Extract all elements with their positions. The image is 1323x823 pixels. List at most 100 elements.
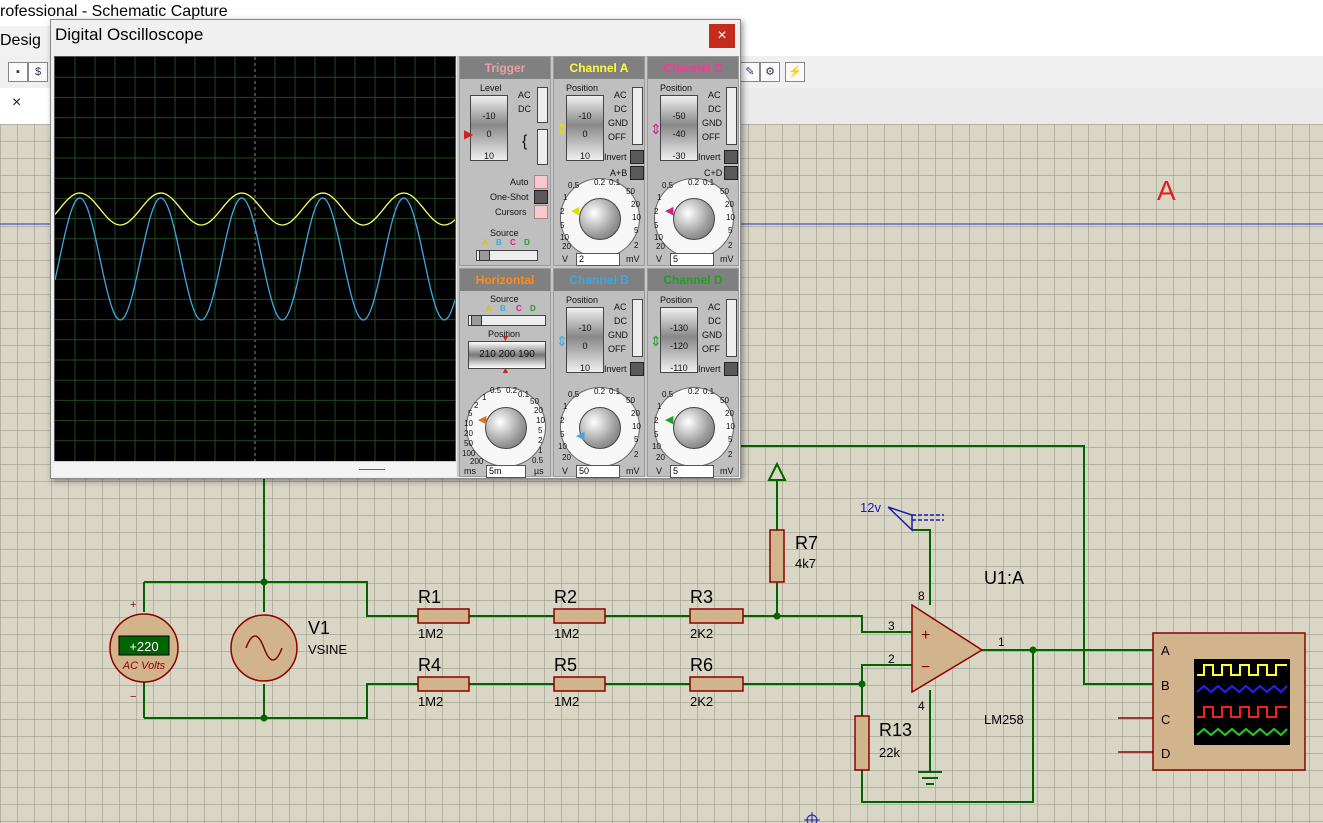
- horizontal-value[interactable]: 5m: [486, 465, 526, 478]
- horizontal-source-slider[interactable]: [468, 315, 546, 326]
- channel-a-sum-button[interactable]: [630, 166, 644, 180]
- oscilloscope-screen: [54, 56, 456, 462]
- dial-tick: 1: [563, 402, 568, 411]
- scope-input-d: D: [1161, 746, 1170, 761]
- auto-button[interactable]: [534, 175, 548, 189]
- dial-tick: 2: [560, 416, 565, 425]
- opamp-pin-8: 8: [918, 589, 925, 603]
- resistor-r6-value: 2K2: [690, 694, 713, 709]
- channel-d-position-scale[interactable]: -130 -120 -110: [660, 307, 698, 373]
- position-marker-icon: ▼: [501, 333, 510, 343]
- channel-b-position-arrow-icon: ⇕: [556, 333, 568, 349]
- channel-c-volts-knob[interactable]: [673, 198, 715, 240]
- coupling-ac: AC: [708, 302, 721, 312]
- dial-tick: 5: [538, 426, 543, 435]
- source-name: V1: [308, 618, 330, 638]
- trigger-panel: Trigger Level -10 0 10 ▶ AC DC { Auto On…: [459, 56, 551, 266]
- unit-us: µs: [534, 466, 544, 476]
- dial-tick: 50: [464, 439, 473, 448]
- channel-d-coupling-switch[interactable]: [726, 299, 737, 357]
- close-icon: ×: [717, 27, 727, 44]
- dial-tick: 5: [654, 221, 659, 230]
- channel-b-value[interactable]: 50: [576, 465, 620, 478]
- oscilloscope-window[interactable]: Digital Oscilloscope × Trigger Level -10…: [50, 19, 741, 479]
- dial-tick: 2: [560, 207, 565, 216]
- opamp-pin-4: 4: [918, 699, 925, 713]
- source-letter: D: [530, 304, 536, 313]
- channel-c-header: Channel C: [648, 57, 738, 79]
- channel-d-invert-button[interactable]: [724, 362, 738, 376]
- screen-status-strip: [54, 461, 456, 476]
- coupling-gnd: GND: [608, 118, 628, 128]
- resistor-r3-name: R3: [690, 587, 713, 607]
- dial-tick: 20: [631, 409, 640, 418]
- channel-d-value[interactable]: 5: [670, 465, 714, 478]
- resistor-r7: [769, 529, 785, 583]
- resistor-r6-name: R6: [690, 655, 713, 675]
- menu-bar-empty-area: [738, 26, 1323, 57]
- dial-tick: 50: [720, 396, 729, 405]
- toolbar-icon[interactable]: ⚙: [760, 62, 780, 82]
- channel-d-volts-knob[interactable]: [673, 407, 715, 449]
- trigger-mode-oneshot: One-Shot: [490, 192, 529, 202]
- unit-v: V: [562, 254, 569, 264]
- edge-switch[interactable]: [537, 129, 548, 165]
- channel-c-sum-button[interactable]: [724, 166, 738, 180]
- schematic-tab[interactable]: [0, 88, 51, 124]
- channel-b-coupling-switch[interactable]: [632, 299, 643, 357]
- coupling-off: OFF: [702, 344, 720, 354]
- tab-close-icon[interactable]: ×: [12, 94, 21, 112]
- channel-c-position-scale[interactable]: -50 -40 -30: [660, 95, 698, 161]
- channel-c-value[interactable]: 5: [670, 253, 714, 266]
- resistor-r5-value: 1M2: [554, 694, 579, 709]
- toolbar-icon[interactable]: ✎: [740, 62, 760, 82]
- toolbar-icon[interactable]: ▪: [8, 62, 28, 82]
- invert-label: Invert: [698, 364, 721, 374]
- sum-label: A+B: [610, 168, 628, 178]
- dial-tick: 1: [657, 402, 662, 411]
- cursors-button[interactable]: [534, 205, 548, 219]
- tick-label: 0: [582, 341, 588, 351]
- toolbar-icon[interactable]: $: [28, 62, 48, 82]
- dial-tick: 50: [530, 397, 539, 406]
- channel-b-invert-button[interactable]: [630, 362, 644, 376]
- scope-control-panels: Trigger Level -10 0 10 ▶ AC DC { Auto On…: [457, 56, 739, 478]
- channel-c-coupling-switch[interactable]: [726, 87, 737, 145]
- dial-tick: 5: [634, 226, 639, 235]
- channel-a-invert-button[interactable]: [630, 150, 644, 164]
- wires: [143, 445, 1153, 803]
- coupling-switch[interactable]: [537, 87, 548, 123]
- dial-tick: 0.5: [532, 456, 544, 465]
- channel-a-coupling-switch[interactable]: [632, 87, 643, 145]
- channel-c-position-arrow-icon: ⇕: [650, 121, 662, 137]
- oneshot-button[interactable]: [534, 190, 548, 204]
- opamp-name: U1:A: [984, 568, 1024, 588]
- dial-tick: 0.2: [688, 387, 700, 396]
- horizontal-timebase-knob[interactable]: [485, 407, 527, 449]
- channel-a-volts-knob[interactable]: [579, 198, 621, 240]
- close-button[interactable]: ×: [709, 24, 735, 48]
- dial-tick: 0.2: [594, 387, 606, 396]
- channel-c-invert-button[interactable]: [724, 150, 738, 164]
- channel-d-header: Channel D: [648, 269, 738, 291]
- trigger-source-slider[interactable]: [476, 250, 538, 261]
- channel-b-position-scale[interactable]: -10 0 10: [566, 307, 604, 373]
- trigger-level-scale[interactable]: -10 0 10: [470, 95, 508, 161]
- resistor-r2: [553, 608, 606, 624]
- trigger-header: Trigger: [460, 57, 550, 79]
- channel-a-position-scale[interactable]: -10 0 10: [566, 95, 604, 161]
- dial-tick: 0.2: [506, 386, 518, 395]
- source-letter: B: [496, 238, 502, 247]
- dial-tick: 0.5: [568, 390, 580, 399]
- menu-design[interactable]: Desig: [0, 32, 41, 50]
- channel-a-value[interactable]: 2: [576, 253, 620, 266]
- toolbar-icon[interactable]: ⚡: [785, 62, 805, 82]
- resize-grip-icon[interactable]: [359, 469, 385, 470]
- channel-b-volts-knob[interactable]: [579, 407, 621, 449]
- dial-tick: 50: [626, 187, 635, 196]
- trigger-mode-cursors: Cursors: [495, 207, 527, 217]
- dial-tick: 2: [474, 401, 479, 410]
- coupling-off: OFF: [702, 132, 720, 142]
- power-terminal-icon: [767, 461, 787, 481]
- dial-tick: 0.1: [518, 390, 530, 399]
